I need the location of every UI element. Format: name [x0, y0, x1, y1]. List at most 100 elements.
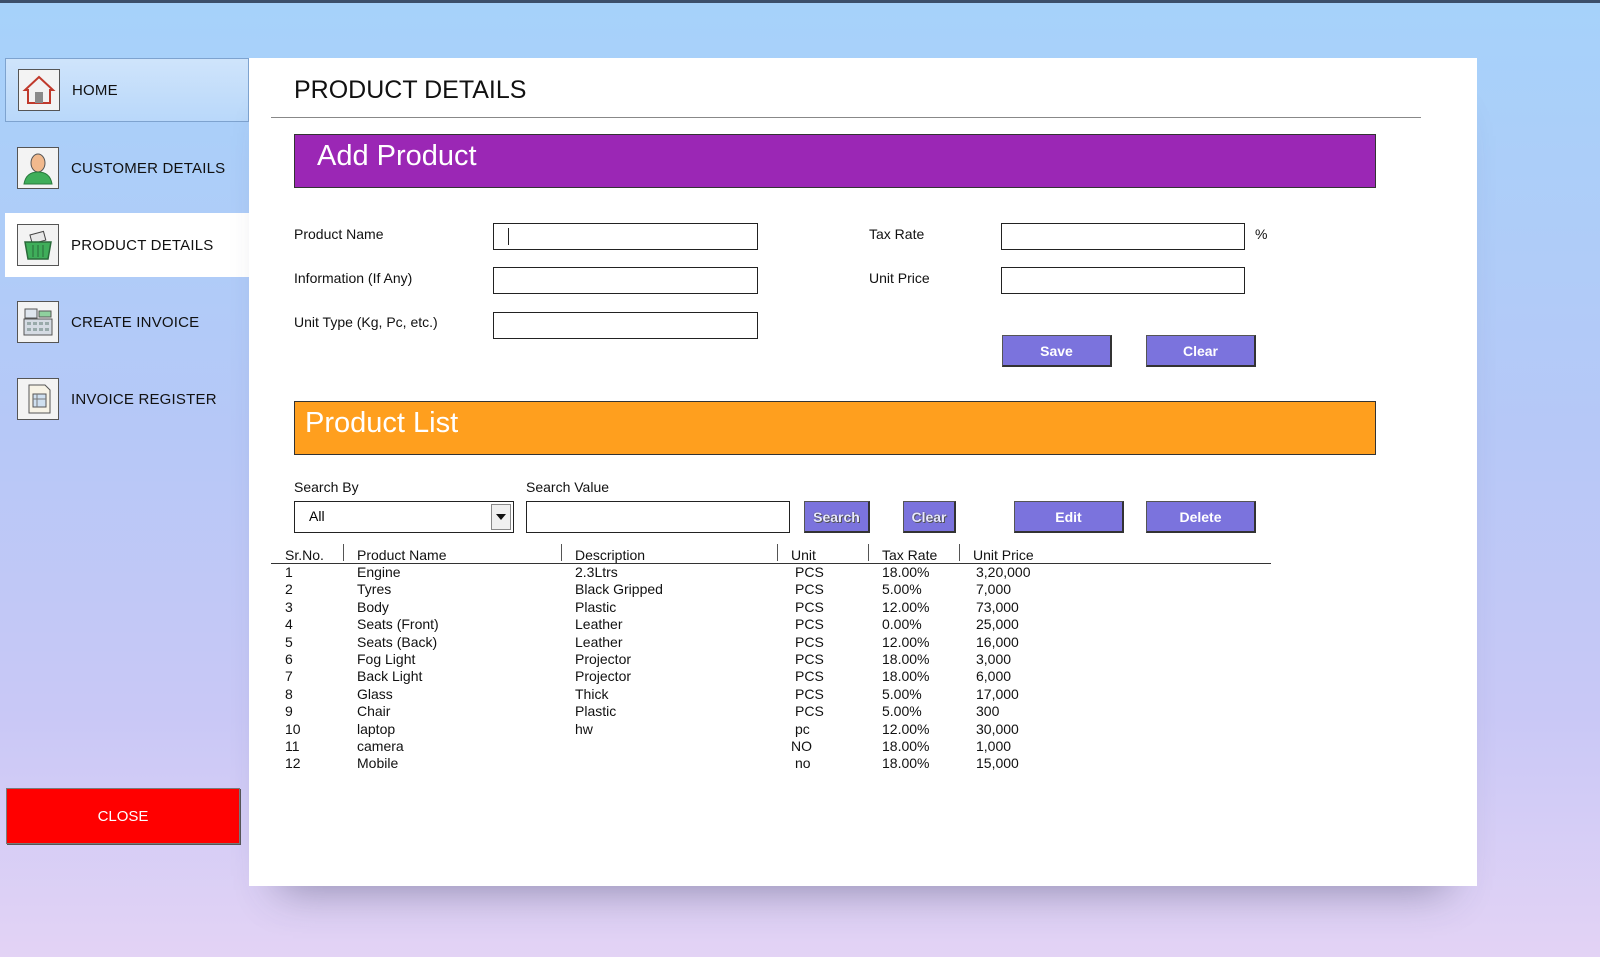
col-unit-price-cell: 300: [976, 703, 1000, 720]
information-input[interactable]: [493, 267, 758, 294]
col-unit-price-cell: 25,000: [976, 616, 1019, 633]
col-srno-cell: 3: [285, 598, 293, 615]
sidebar-item-label: CUSTOMER DETAILS: [71, 159, 226, 177]
search-button[interactable]: Search: [804, 501, 870, 533]
table-row[interactable]: 8 Glass Thick PCS 5.00% 17,000: [271, 686, 1271, 703]
col-tax-rate-cell: 12.00%: [882, 598, 930, 615]
register-book-icon: [17, 378, 59, 420]
col-unit-cell: PCS: [795, 564, 824, 580]
col-unit-cell: PCS: [795, 616, 824, 633]
col-tax-rate-cell: 18.00%: [882, 564, 930, 580]
col-srno-cell: 4: [285, 616, 293, 633]
chevron-down-icon[interactable]: [491, 504, 511, 530]
col-unit-cell: pc: [795, 720, 810, 737]
sidebar-item-create-invoice[interactable]: CREATE INVOICE: [5, 290, 249, 354]
sidebar-item-customer-details[interactable]: CUSTOMER DETAILS: [5, 136, 249, 200]
col-product-name-cell: Chair: [357, 703, 391, 720]
clear-search-button[interactable]: Clear: [903, 501, 956, 533]
col-tax-rate-header[interactable]: Tax Rate: [882, 547, 937, 563]
tax-rate-input[interactable]: [1001, 223, 1245, 250]
unit-type-input[interactable]: [493, 312, 758, 339]
col-unit-cell: PCS: [795, 598, 824, 615]
table-row[interactable]: 4 Seats (Front) Leather PCS 0.00% 25,000: [271, 616, 1271, 633]
col-product-name-cell: Glass: [357, 685, 393, 702]
table-row[interactable]: 11 camera NO 18.00% 1,000: [271, 738, 1271, 755]
col-description-cell: Plastic: [575, 598, 617, 615]
col-tax-rate-cell: 5.00%: [882, 703, 922, 720]
window-top-border: [0, 0, 1600, 3]
save-button[interactable]: Save: [1002, 335, 1112, 367]
title-divider: [271, 117, 1421, 118]
col-description-header[interactable]: Description: [575, 547, 645, 563]
table-row[interactable]: 7 Back Light Projector PCS 18.00% 6,000: [271, 668, 1271, 685]
col-product-name-cell: Seats (Back): [357, 633, 438, 650]
edit-button[interactable]: Edit: [1014, 501, 1124, 533]
clear-form-button[interactable]: Clear: [1146, 335, 1256, 367]
col-description-cell: hw: [575, 720, 593, 737]
table-row[interactable]: 5 Seats (Back) Leather PCS 12.00% 16,000: [271, 634, 1271, 651]
house-icon: [18, 69, 60, 111]
col-unit-price-cell: 15,000: [976, 755, 1019, 772]
table-row[interactable]: 10 laptop hw pc 12.00% 30,000: [271, 721, 1271, 738]
col-product-name-cell: laptop: [357, 720, 396, 737]
col-srno-cell: 6: [285, 650, 293, 667]
column-separator[interactable]: [959, 544, 960, 561]
col-unit-header[interactable]: Unit: [791, 547, 816, 563]
col-unit-price-cell: 16,000: [976, 633, 1019, 650]
col-srno-cell: 9: [285, 703, 293, 720]
sidebar-item-label: PRODUCT DETAILS: [71, 236, 214, 254]
sidebar-item-product-details[interactable]: PRODUCT DETAILS: [5, 213, 249, 277]
sidebar-item-home[interactable]: HOME: [5, 58, 249, 122]
col-tax-rate-cell: 18.00%: [882, 668, 930, 685]
col-unit-price-header[interactable]: Unit Price: [973, 547, 1034, 563]
product-name-input[interactable]: [493, 223, 758, 250]
table-row[interactable]: 6 Fog Light Projector PCS 18.00% 3,000: [271, 651, 1271, 668]
col-unit-price-cell: 73,000: [976, 598, 1019, 615]
col-product-name-cell: Body: [357, 598, 389, 615]
col-srno-cell: 8: [285, 685, 293, 702]
table-row[interactable]: 3 Body Plastic PCS 12.00% 73,000: [271, 599, 1271, 616]
product-list-banner: Product List: [294, 401, 1376, 455]
search-value-input[interactable]: [526, 501, 790, 533]
col-srno-cell: 1: [285, 564, 293, 580]
table-header: Sr.No. Product Name Description Unit Tax Rat…: [271, 544, 1271, 564]
column-separator[interactable]: [777, 544, 778, 561]
col-description-cell: Projector: [575, 650, 632, 667]
sidebar-item-invoice-register[interactable]: INVOICE REGISTER: [5, 367, 249, 431]
table-row[interactable]: 1 Engine 2.3Ltrs PCS 18.00% 3,20,000: [271, 564, 1271, 581]
unit-price-input[interactable]: [1001, 267, 1245, 294]
sidebar-item-label: HOME: [72, 81, 118, 99]
column-separator[interactable]: [343, 544, 344, 561]
col-unit-cell: no: [795, 755, 811, 772]
cash-register-icon: [17, 301, 59, 343]
col-description-cell: Thick: [575, 685, 609, 702]
column-separator[interactable]: [868, 544, 869, 561]
col-description-cell: Black Gripped: [575, 581, 663, 598]
page-title: PRODUCT DETAILS: [294, 76, 527, 104]
col-unit-price-cell: 3,20,000: [976, 564, 1031, 580]
table-row[interactable]: 12 Mobile no 18.00% 15,000: [271, 755, 1271, 772]
col-srno-cell: 2: [285, 581, 293, 598]
table-row[interactable]: 9 Chair Plastic PCS 5.00% 300: [271, 703, 1271, 720]
sidebar-item-label: INVOICE REGISTER: [71, 390, 217, 408]
col-product-name-header[interactable]: Product Name: [357, 547, 446, 563]
main-panel: PRODUCT DETAILS Add Product Product Name…: [249, 58, 1477, 886]
search-by-select[interactable]: All: [294, 501, 514, 533]
col-srno-cell: 7: [285, 668, 293, 685]
col-description-cell: 2.3Ltrs: [575, 564, 618, 580]
delete-button[interactable]: Delete: [1146, 501, 1256, 533]
col-tax-rate-cell: 0.00%: [882, 616, 922, 633]
col-unit-price-cell: 7,000: [976, 581, 1012, 598]
close-button[interactable]: CLOSE: [6, 788, 240, 844]
table-row[interactable]: 2 Tyres Black Gripped PCS 5.00% 7,000: [271, 581, 1271, 598]
col-tax-rate-cell: 18.00%: [882, 755, 930, 772]
col-srno-header[interactable]: Sr.No.: [285, 547, 324, 563]
unit-type-label: Unit Type (Kg, Pc, etc.): [294, 314, 438, 330]
col-unit-price-cell: 30,000: [976, 720, 1019, 737]
col-description-cell: Leather: [575, 633, 623, 650]
column-separator[interactable]: [561, 544, 562, 561]
col-unit-cell: PCS: [795, 633, 824, 650]
col-srno-cell: 11: [285, 737, 300, 754]
col-srno-cell: 12: [285, 755, 301, 772]
col-description-cell: Projector: [575, 668, 632, 685]
